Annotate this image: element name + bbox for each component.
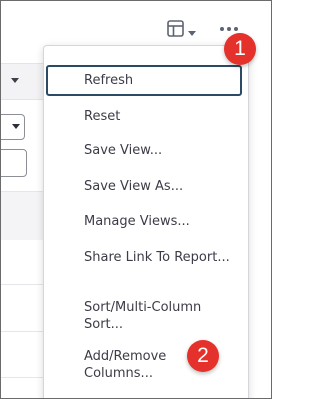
menu-item-save-view[interactable]: Save View... (46, 142, 242, 159)
menu-item-save-view-as[interactable]: Save View As... (46, 178, 242, 195)
app-frame: Refresh Reset Save View... Save View As.… (0, 0, 272, 399)
row-divider (1, 331, 45, 332)
menu-item-label: Manage Views... (84, 214, 190, 229)
callout-badge-1: 1 (224, 33, 256, 65)
menu-item-label: Refresh (84, 73, 134, 88)
menu-item-label: Reset (84, 109, 121, 124)
menu-item-label: Save View... (84, 143, 163, 158)
filter-input[interactable] (1, 149, 27, 177)
menu-item-refresh[interactable]: Refresh (46, 65, 242, 96)
menu-item-sort[interactable]: Sort/Multi-Column Sort... (46, 299, 242, 333)
menu-item-manage-views[interactable]: Manage Views... (46, 213, 242, 230)
table-layout-icon (167, 19, 184, 41)
options-menu: Refresh Reset Save View... Save View As.… (43, 45, 249, 398)
filter-select[interactable] (1, 114, 25, 140)
menu-item-share-link[interactable]: Share Link To Report... (46, 249, 242, 266)
menu-item-label: Share Link To Report... (84, 250, 230, 265)
caret-down-icon (188, 21, 196, 40)
table-header-band (1, 191, 45, 240)
table-view-button[interactable] (167, 19, 207, 41)
callout-badge-2: 2 (187, 340, 219, 372)
menu-item-label: Save View As... (84, 179, 184, 194)
menu-item-reset[interactable]: Reset (46, 108, 242, 125)
row-divider (1, 377, 45, 378)
caret-down-icon[interactable] (11, 78, 19, 83)
column-header (1, 63, 45, 100)
row-divider (1, 284, 45, 285)
menu-item-label: Sort/Multi-Column Sort... (84, 300, 202, 332)
chevron-down-icon (12, 124, 20, 129)
menu-item-label: Add/Remove Columns... (84, 349, 167, 381)
